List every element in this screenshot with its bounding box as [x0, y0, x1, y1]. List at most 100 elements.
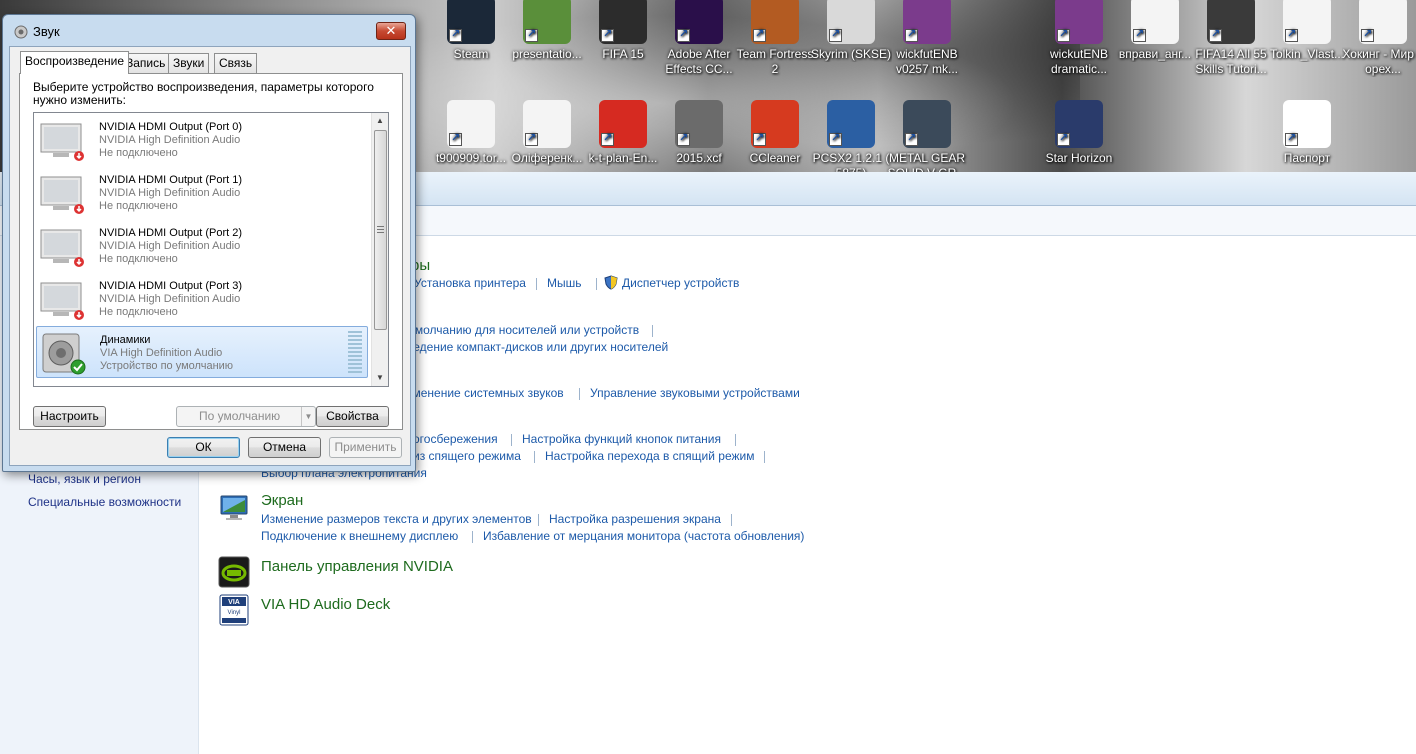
shortcut-arrow-icon — [1209, 27, 1222, 42]
desktop-shortcut[interactable]: Tolkin_Vlast... — [1266, 0, 1348, 62]
desktop-shortcut[interactable]: Оліференк... — [506, 100, 588, 166]
link-separator — [538, 514, 539, 526]
link-refresh-rate[interactable]: Избавление от мерцания монитора (частота… — [483, 529, 804, 543]
device-status: Не подключено — [99, 200, 178, 212]
device-item-hdmi-port-1[interactable]: NVIDIA HDMI Output (Port 1) NVIDIA High … — [36, 167, 368, 219]
category-title-display[interactable]: Экран — [261, 492, 303, 509]
configure-button[interactable]: Настроить — [33, 406, 106, 427]
link-separator — [579, 388, 580, 400]
desktop-shortcut-label: METAL GEAR SOLID V GR... — [888, 151, 967, 172]
shortcut-arrow-icon — [601, 27, 614, 42]
desktop-shortcut-icon — [1207, 0, 1255, 44]
shortcut-arrow-icon — [905, 131, 918, 146]
set-default-combo-button[interactable]: По умолчанию ▼ — [176, 406, 316, 427]
link-add-printer[interactable]: Установка принтера — [414, 276, 526, 290]
chevron-down-icon[interactable]: ▼ — [301, 407, 315, 426]
device-name: NVIDIA HDMI Output (Port 3) — [99, 280, 243, 292]
desktop-shortcut[interactable]: wickfutENB v0257 mk... — [886, 0, 968, 77]
tab-sounds[interactable]: Звуки — [168, 53, 210, 73]
link-mouse[interactable]: Мышь — [547, 276, 582, 290]
shortcut-arrow-icon — [829, 27, 842, 42]
desktop-shortcut[interactable]: Skyrim (SKSE) — [810, 0, 892, 62]
close-button[interactable]: ✕ — [376, 22, 406, 40]
link-text-size[interactable]: Изменение размеров текста и других элеме… — [261, 512, 532, 526]
desktop-shortcut-label: t900909.tor... — [435, 151, 507, 165]
link-change-system-sounds[interactable]: зменение системных звуков — [407, 386, 564, 400]
device-item-hdmi-port-3[interactable]: NVIDIA HDMI Output (Port 3) NVIDIA High … — [36, 273, 368, 325]
device-name: NVIDIA HDMI Output (Port 2) — [99, 227, 243, 239]
link-autoplay-cds[interactable]: ведение компакт-дисков или других носите… — [407, 340, 668, 354]
cancel-button[interactable]: Отмена — [248, 437, 321, 458]
link-manage-audio-devices[interactable]: Управление звуковыми устройствами — [590, 386, 800, 400]
monitor-disconnected-icon — [40, 282, 84, 320]
link-power-saving[interactable]: огосбережения — [413, 432, 498, 446]
desktop-shortcut[interactable]: FIFA 15 — [582, 0, 664, 62]
desktop-shortcut[interactable]: k-t-plan-En... — [582, 100, 664, 166]
desktop-shortcut[interactable]: вправи_анг... — [1114, 0, 1196, 62]
desktop-shortcut[interactable]: Паспорт — [1266, 100, 1348, 166]
svg-text:Vinyl: Vinyl — [228, 610, 241, 616]
desktop-shortcut[interactable]: Team Fortress 2 — [734, 0, 816, 77]
link-separator — [764, 451, 765, 463]
desktop-shortcut[interactable]: Star Horizon — [1038, 100, 1120, 166]
desktop-shortcut-icon — [1131, 0, 1179, 44]
shortcut-arrow-icon — [1057, 27, 1070, 42]
shortcut-arrow-icon — [601, 131, 614, 146]
link-external-display[interactable]: Подключение к внешнему дисплею — [261, 529, 458, 543]
link-autoplay-defaults[interactable]: умолчанию для носителей или устройств — [409, 323, 639, 337]
desktop-shortcut[interactable]: 2015.xcf — [658, 100, 740, 166]
link-screen-resolution[interactable]: Настройка разрешения экрана — [549, 512, 721, 526]
shortcut-arrow-icon — [449, 27, 462, 42]
desktop-shortcut-label: 2015.xcf — [676, 151, 722, 165]
scroll-up-arrow-icon[interactable]: ▲ — [372, 113, 388, 129]
desktop-shortcut-label: PCSX2 1.2.1 ( 5875) — [812, 151, 890, 172]
apply-button[interactable]: Применить — [329, 437, 402, 458]
speaker-default-icon — [42, 333, 86, 375]
desktop-shortcut[interactable]: Steam — [430, 0, 512, 62]
shortcut-arrow-icon — [829, 131, 842, 146]
tab-playback[interactable]: Воспроизведение — [20, 51, 130, 74]
desktop-shortcut-icon — [447, 100, 495, 148]
desktop-shortcut[interactable]: CCleaner — [734, 100, 816, 166]
instruction-text: Выберите устройство воспроизведения, пар… — [33, 80, 374, 107]
desktop-shortcut[interactable]: FIFA14 All 55 Skills Tutori... — [1190, 0, 1272, 77]
speaker-icon — [14, 25, 28, 39]
link-power-buttons[interactable]: Настройка функций кнопок питания — [522, 432, 721, 446]
sidebar-link-accessibility[interactable]: Специальные возможности — [28, 495, 181, 509]
device-item-hdmi-port-2[interactable]: NVIDIA HDMI Output (Port 2) NVIDIA High … — [36, 220, 368, 272]
desktop-shortcut-label: wickfutENB v0257 mk... — [895, 47, 959, 76]
playback-tab-panel: Выберите устройство воспроизведения, пар… — [19, 73, 403, 430]
link-sleep-settings[interactable]: Настройка перехода в спящий режим — [545, 449, 754, 463]
tab-communications[interactable]: Связь — [214, 53, 258, 73]
link-separator — [731, 514, 732, 526]
scrollbar-thumb[interactable] — [374, 130, 387, 330]
desktop-shortcut[interactable]: wickutENB dramatic... — [1038, 0, 1120, 77]
playback-device-list[interactable]: NVIDIA HDMI Output (Port 0) NVIDIA High … — [33, 112, 389, 387]
sidebar-link-clock-language-region[interactable]: Часы, язык и регион — [28, 472, 141, 486]
display-icon — [220, 495, 248, 520]
desktop-shortcut-icon — [1359, 0, 1407, 44]
ok-button[interactable]: ОК — [167, 437, 240, 458]
category-title-nvidia[interactable]: Панель управления NVIDIA — [261, 558, 453, 575]
device-item-hdmi-port-0[interactable]: NVIDIA HDMI Output (Port 0) NVIDIA High … — [36, 114, 368, 166]
link-wake-from-sleep[interactable]: из спящего режима — [413, 449, 521, 463]
desktop-shortcut[interactable]: presentatio... — [506, 0, 588, 62]
monitor-disconnected-icon — [40, 176, 84, 214]
desktop-shortcut[interactable]: PCSX2 1.2.1 ( 5875) — [810, 100, 892, 172]
desktop-shortcut-label: Adobe After Effects CC... — [665, 47, 733, 76]
properties-button[interactable]: Свойства — [316, 406, 389, 427]
desktop-shortcut[interactable]: Adobe After Effects CC... — [658, 0, 740, 77]
category-title-via-audio-deck[interactable]: VIA HD Audio Deck — [261, 596, 390, 613]
device-list-scrollbar[interactable]: ▲ ▼ — [371, 113, 388, 386]
desktop-shortcut-icon — [1055, 0, 1103, 44]
scroll-down-arrow-icon[interactable]: ▼ — [372, 370, 388, 386]
shortcut-arrow-icon — [677, 131, 690, 146]
desktop-shortcut[interactable]: t900909.tor... — [430, 100, 512, 166]
desktop-shortcut[interactable]: Хокинг - Мир в орех... — [1342, 0, 1416, 77]
shortcut-arrow-icon — [677, 27, 690, 42]
desktop-shortcut-icon — [599, 0, 647, 44]
volume-level-meter — [348, 331, 362, 373]
device-item-speakers[interactable]: Динамики VIA High Definition Audio Устро… — [36, 326, 368, 378]
link-device-manager[interactable]: Диспетчер устройств — [622, 276, 739, 290]
desktop-shortcut[interactable]: METAL GEAR SOLID V GR... — [886, 100, 968, 172]
